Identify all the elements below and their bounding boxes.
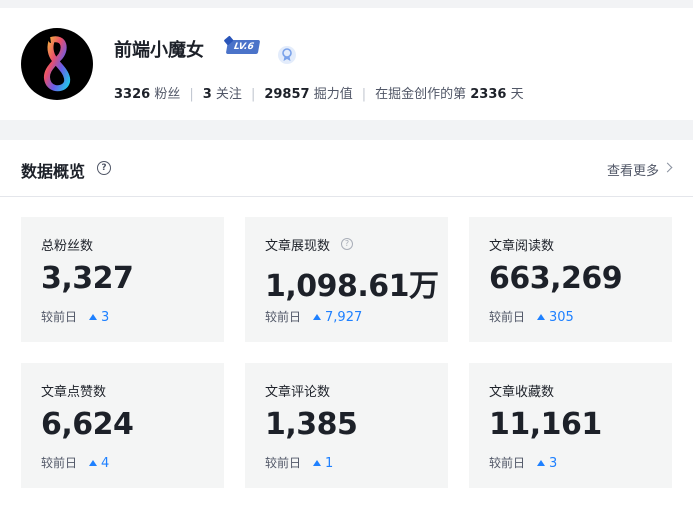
tile-label: 文章收藏数 bbox=[489, 385, 555, 400]
compare-label: 较前日 bbox=[489, 456, 526, 470]
stat-tile-article-impressions: 文章展现数 ? 1,098.61万 较前日 7,927 bbox=[245, 217, 448, 342]
tile-label: 文章评论数 bbox=[265, 385, 331, 400]
following-count: 3 bbox=[202, 87, 212, 102]
compare-label: 较前日 bbox=[489, 310, 526, 324]
divider: | bbox=[250, 87, 256, 102]
tile-value: 1,098.61万 bbox=[265, 269, 439, 304]
tile-compare: 较前日 7,927 bbox=[265, 308, 362, 325]
tile-compare: 较前日 4 bbox=[41, 454, 109, 471]
triangle-up-icon bbox=[89, 314, 98, 320]
data-overview-card: 数据概览 ? 查看更多 总粉丝数 3,327 较前日 3 文章展现数 ? 1,09… bbox=[0, 140, 693, 506]
creation-days-stat: 在掘金创作的第 2336 天 bbox=[375, 87, 524, 102]
tile-label: 文章展现数 bbox=[265, 239, 331, 254]
tile-delta: 3 bbox=[549, 456, 558, 471]
compare-label: 较前日 bbox=[41, 456, 78, 470]
level-badge[interactable]: LV.6 bbox=[225, 40, 260, 54]
stat-tile-article-comments: 文章评论数 1,385 较前日 1 bbox=[245, 363, 448, 488]
tile-compare: 较前日 305 bbox=[489, 308, 574, 325]
tile-label: 文章阅读数 bbox=[489, 239, 555, 254]
tile-delta: 3 bbox=[101, 310, 110, 325]
tile-compare: 较前日 3 bbox=[41, 308, 109, 325]
triangle-up-icon bbox=[313, 314, 322, 320]
compare-label: 较前日 bbox=[265, 310, 302, 324]
tile-delta: 1 bbox=[325, 456, 334, 471]
view-more-link[interactable]: 查看更多 bbox=[607, 160, 659, 179]
tile-label: 文章点赞数 bbox=[41, 385, 107, 400]
compare-label: 较前日 bbox=[41, 310, 78, 324]
days-prefix: 在掘金创作的第 bbox=[375, 87, 467, 102]
data-overview-title: 数据概览 bbox=[21, 162, 86, 181]
tile-delta: 7,927 bbox=[325, 310, 363, 325]
data-overview-header: 数据概览 ? 查看更多 bbox=[0, 140, 693, 197]
profile-stats: 3326 粉丝 | 3 关注 | 29857 掘力值 | 在掘金创作的第 2336 天 bbox=[114, 83, 524, 102]
stat-tile-article-reads: 文章阅读数 663,269 较前日 305 bbox=[469, 217, 672, 342]
tile-compare: 较前日 3 bbox=[489, 454, 557, 471]
stat-tile-article-likes: 文章点赞数 6,624 较前日 4 bbox=[21, 363, 224, 488]
triangle-up-icon bbox=[313, 460, 322, 466]
tile-value: 1,385 bbox=[265, 407, 358, 442]
followers-count: 3326 bbox=[114, 87, 151, 102]
triangle-up-icon bbox=[89, 460, 98, 466]
following-label: 关注 bbox=[215, 87, 242, 102]
help-icon[interactable]: ? bbox=[341, 238, 353, 250]
days-suffix: 天 bbox=[510, 87, 524, 102]
triangle-up-icon bbox=[537, 314, 546, 320]
triangle-up-icon bbox=[537, 460, 546, 466]
tile-value: 3,327 bbox=[41, 261, 134, 296]
tile-delta: 4 bbox=[101, 456, 110, 471]
divider: | bbox=[189, 87, 194, 102]
power-label: 掘力值 bbox=[313, 87, 353, 102]
power-stat[interactable]: 29857 掘力值 bbox=[264, 87, 352, 102]
divider: | bbox=[361, 87, 367, 102]
tile-label: 总粉丝数 bbox=[41, 239, 94, 254]
tile-value: 6,624 bbox=[41, 407, 134, 442]
followers-stat[interactable]: 3326 粉丝 bbox=[114, 87, 180, 102]
tile-compare: 较前日 1 bbox=[265, 454, 333, 471]
stat-tile-article-favorites: 文章收藏数 11,161 较前日 3 bbox=[469, 363, 672, 488]
medal-icon[interactable] bbox=[278, 46, 296, 64]
tile-value: 663,269 bbox=[489, 261, 623, 296]
profile-card: 前端小魔女 LV.6 3326 粉丝 | 3 关注 | 29857 掘力值 | 在掘金创作的… bbox=[0, 8, 693, 120]
username[interactable]: 前端小魔女 bbox=[114, 36, 204, 62]
power-count: 29857 bbox=[264, 87, 310, 102]
following-stat[interactable]: 3 关注 bbox=[203, 87, 242, 102]
avatar[interactable] bbox=[21, 28, 93, 100]
followers-label: 粉丝 bbox=[154, 87, 181, 102]
help-icon[interactable]: ? bbox=[97, 161, 111, 175]
tile-delta: 305 bbox=[549, 310, 574, 325]
chevron-right-icon[interactable] bbox=[662, 162, 673, 173]
avatar-logo-icon bbox=[43, 36, 71, 92]
stat-tile-total-followers: 总粉丝数 3,327 较前日 3 bbox=[21, 217, 224, 342]
days-count: 2336 bbox=[470, 87, 507, 102]
compare-label: 较前日 bbox=[265, 456, 302, 470]
tile-value: 11,161 bbox=[489, 407, 602, 442]
